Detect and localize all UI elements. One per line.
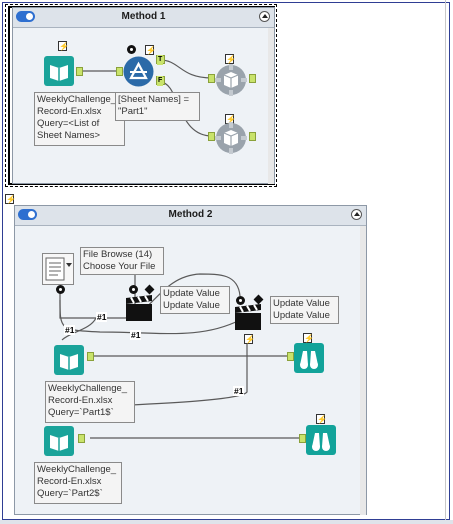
wire-filebrowse-to-action1 (59, 288, 125, 319)
m2-browse2-bolt-icon: ⚡ (316, 414, 327, 424)
m1-filter-annotation: [Sheet Names] = "Part1" (115, 92, 200, 121)
m2-browse1-bolt-icon: ⚡ (303, 333, 314, 343)
m2-browse1-input-anchor[interactable] (287, 352, 294, 361)
m1-input-bolt-icon: ⚡ (58, 41, 69, 51)
m1-output1-input-anchor[interactable] (208, 74, 215, 83)
question-anchor-label-1: #1 (96, 312, 108, 322)
action2-annotation: Update Value Update Value (270, 296, 339, 324)
m2-input2-annotation: WeeklyChallenge_ Record-En.xlsx Query=`P… (34, 462, 122, 504)
action1-config-icon (129, 285, 138, 294)
file-browse-config-icon (56, 285, 65, 294)
m2-input2-book-icon[interactable] (44, 426, 74, 456)
question-anchor-label-2: #1 (130, 330, 142, 340)
m2-input1-annotation: WeeklyChallenge_ Record-En.xlsx Query=`P… (45, 381, 135, 423)
m2-input2-output-anchor[interactable] (78, 434, 85, 443)
m1-filter-triangle-icon[interactable] (123, 56, 154, 87)
question-anchor-label-3: #1 (64, 325, 76, 335)
m1-output2-output-anchor[interactable] (249, 132, 256, 141)
m1-output1-output-anchor[interactable] (249, 74, 256, 83)
m1-filter-true-label: T (157, 55, 164, 65)
file-browse-annotation: File Browse (14) Choose Your File (80, 247, 164, 275)
m2-input1-book-icon[interactable] (54, 345, 84, 375)
action1-annotation: Update Value Update Value (160, 286, 230, 314)
m2-browse2-binoculars-icon[interactable] (306, 425, 336, 455)
m1-filter-input-anchor[interactable] (116, 67, 123, 76)
m2-browse1-binoculars-icon[interactable] (294, 343, 324, 373)
m1-output1-bolt-icon: ⚡ (225, 54, 236, 64)
m1-input-tool-book-icon[interactable] (44, 56, 74, 86)
m1-input-output-anchor[interactable] (76, 67, 83, 76)
m1-input-annotation: WeeklyChallenge_ Record-En.xlsx Query=<L… (34, 92, 125, 146)
m1-output2-input-anchor[interactable] (208, 132, 215, 141)
m1-filter-bolt-icon: ⚡ (145, 45, 156, 55)
action2-bolt-icon: ⚡ (244, 334, 255, 344)
m1-output2-gear-box-icon[interactable] (215, 122, 247, 154)
question-anchor-label-4: #1 (233, 386, 245, 396)
file-browse-icon[interactable] (42, 253, 74, 285)
action2-clapperboard-icon[interactable] (234, 303, 262, 331)
m2-browse2-input-anchor[interactable] (299, 434, 306, 443)
m1-output1-gear-box-icon[interactable] (215, 64, 247, 96)
wire-filter-true (159, 59, 213, 79)
m2-input1-output-anchor[interactable] (87, 352, 94, 361)
action1-clapperboard-icon[interactable] (125, 294, 153, 322)
m1-filter-config-icon (127, 45, 136, 54)
m1-filter-false-label: F (157, 76, 164, 86)
